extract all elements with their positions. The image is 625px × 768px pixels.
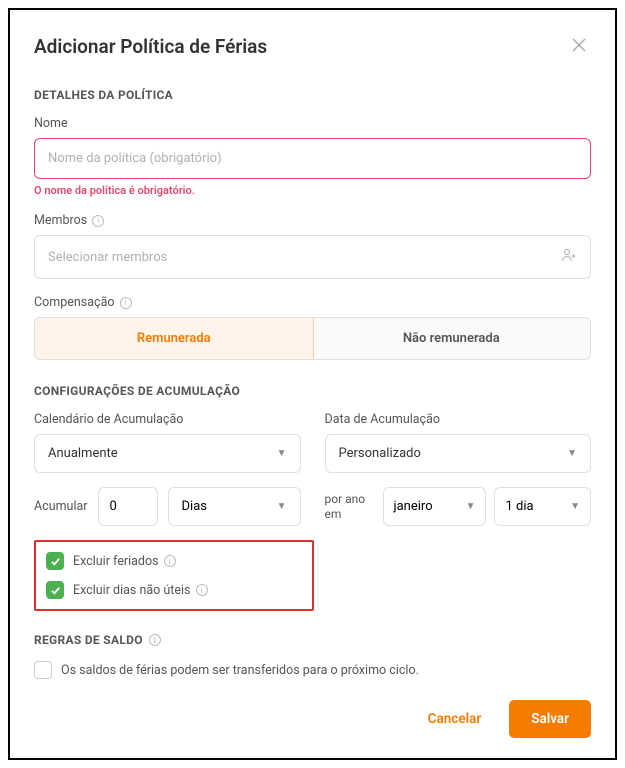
close-icon: [571, 37, 587, 53]
accrual-row-2: Acumular Dias ▼ por ano em janeiro ▼ 1 d…: [34, 487, 591, 526]
per-year-label: por ano em: [325, 492, 375, 521]
accrual-date-select[interactable]: Personalizado ▼: [325, 434, 592, 473]
members-label: Membros i: [34, 213, 591, 228]
members-field-group: Membros i Selecionar membros: [34, 213, 591, 279]
accumulate-unit-select[interactable]: Dias ▼: [168, 487, 301, 526]
chevron-down-icon: ▼: [466, 501, 476, 512]
carryover-row: Os saldos de férias podem ser transferid…: [34, 661, 591, 679]
exclude-nonworking-label: Excluir dias não úteis i: [73, 583, 208, 598]
compensation-unpaid-option[interactable]: Não remunerada: [313, 318, 591, 359]
exclude-nonworking-row: Excluir dias não úteis i: [46, 581, 302, 599]
accrual-date-label: Data de Acumulação: [325, 412, 592, 427]
section-details-title: DETALHES DA POLÍTICA: [34, 88, 591, 102]
name-error-message: O nome da política é obrigatório.: [34, 184, 591, 197]
exclude-options-highlight: Excluir feriados i Excluir dias não útei…: [34, 540, 314, 611]
save-button[interactable]: Salvar: [509, 700, 591, 738]
accumulate-col: Acumular Dias ▼: [34, 487, 301, 526]
accrual-schedule-col: Calendário de Acumulação Anualmente ▼: [34, 412, 301, 473]
compensation-field-group: Compensação i Remunerada Não remunerada: [34, 295, 591, 360]
chevron-down-icon: ▼: [567, 448, 577, 459]
info-icon[interactable]: i: [92, 215, 104, 227]
modal-footer: Cancelar Salvar: [414, 700, 591, 738]
exclude-holidays-checkbox[interactable]: [46, 552, 64, 570]
balance-section: REGRAS DE SALDO i Os saldos de férias po…: [34, 633, 591, 679]
info-icon[interactable]: i: [164, 555, 176, 567]
exclude-holidays-row: Excluir feriados i: [46, 552, 302, 570]
name-label: Nome: [34, 116, 591, 131]
carryover-label: Os saldos de férias podem ser transferid…: [61, 663, 419, 678]
modal-title: Adicionar Política de Férias: [34, 35, 267, 58]
per-year-month-select[interactable]: janeiro ▼: [383, 487, 487, 526]
compensation-toggle: Remunerada Não remunerada: [34, 317, 591, 360]
cancel-button[interactable]: Cancelar: [414, 701, 496, 737]
name-field-group: Nome O nome da política é obrigatório.: [34, 116, 591, 197]
exclude-holidays-label: Excluir feriados i: [73, 554, 176, 569]
check-icon: [50, 585, 61, 596]
accumulate-value-input[interactable]: [98, 487, 158, 526]
chevron-down-icon: ▼: [277, 501, 287, 512]
carryover-checkbox[interactable]: [34, 661, 52, 679]
add-member-icon: [561, 248, 577, 266]
compensation-paid-option[interactable]: Remunerada: [34, 317, 314, 360]
close-button[interactable]: [567, 32, 591, 60]
check-icon: [50, 556, 61, 567]
name-input[interactable]: [34, 138, 591, 179]
chevron-down-icon: ▼: [277, 448, 287, 459]
per-year-col: por ano em janeiro ▼ 1 dia ▼: [325, 487, 592, 526]
accrual-schedule-label: Calendário de Acumulação: [34, 412, 301, 427]
section-accrual-title: CONFIGURAÇÕES DE ACUMULAÇÃO: [34, 384, 591, 398]
info-icon[interactable]: i: [149, 634, 161, 646]
members-select[interactable]: Selecionar membros: [34, 235, 591, 279]
per-year-day-select[interactable]: 1 dia ▼: [494, 487, 591, 526]
info-icon[interactable]: i: [196, 584, 208, 596]
accrual-schedule-select[interactable]: Anualmente ▼: [34, 434, 301, 473]
compensation-label: Compensação i: [34, 295, 591, 310]
accrual-row-1: Calendário de Acumulação Anualmente ▼ Da…: [34, 412, 591, 473]
accumulate-label: Acumular: [34, 499, 88, 514]
exclude-nonworking-checkbox[interactable]: [46, 581, 64, 599]
section-balance-title: REGRAS DE SALDO i: [34, 633, 591, 647]
info-icon[interactable]: i: [120, 297, 132, 309]
add-vacation-policy-modal: Adicionar Política de Férias DETALHES DA…: [8, 8, 617, 760]
chevron-down-icon: ▼: [570, 501, 580, 512]
modal-header: Adicionar Política de Férias: [34, 32, 591, 60]
accrual-date-col: Data de Acumulação Personalizado ▼: [325, 412, 592, 473]
